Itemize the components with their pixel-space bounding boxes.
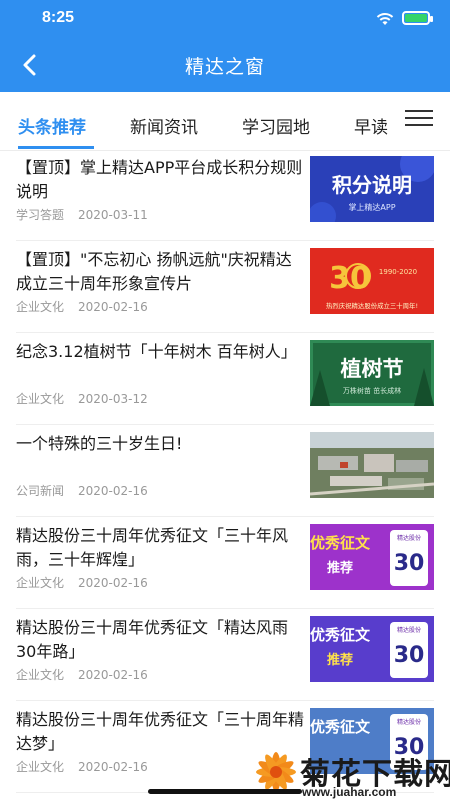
article-item[interactable]: 【置顶】"不忘初心 扬帆远航"庆祝精达成立三十周年形象宣传片 企业文化 2020-…: [16, 242, 434, 333]
status-time: 8:25: [42, 9, 75, 26]
thumb-badge: 推荐: [327, 560, 353, 576]
article-category: 企业文化: [16, 300, 65, 314]
article-meta: 企业文化 2020-02-16: [16, 574, 148, 591]
article-title: 【置顶】掌上精达APP平台成长积分规则说明: [16, 158, 303, 201]
thumb-title: 优秀征文: [310, 534, 371, 552]
page-title: 精达之窗: [184, 56, 265, 78]
watermark-url: www.juahar.com: [302, 785, 397, 799]
article-thumbnail: 30 1990-2020 热烈庆祝精达股份成立三十周年!: [310, 248, 434, 314]
battery-icon: [402, 11, 433, 25]
article-date: 2020-02-16: [78, 484, 148, 498]
category-tabs: 头条推荐 新闻资讯 学习园地 早读: [0, 92, 450, 151]
article-thumbnail: 植树节 万株树苗 茁长成林: [310, 340, 434, 406]
article-meta: 企业文化 2020-02-16: [16, 666, 148, 683]
article-thumbnail: 优秀征文 推荐 精达股份 30: [310, 616, 434, 682]
article-category: 企业文化: [16, 668, 65, 682]
thumb-title: 积分说明: [332, 173, 412, 197]
article-thumbnail: 优秀征文 推荐 精达股份 30: [310, 524, 434, 590]
menu-icon[interactable]: [405, 109, 435, 127]
article-date: 2020-03-11: [78, 208, 148, 222]
article-item[interactable]: 精达股份三十周年优秀征文「三十年风雨，三十年辉煌」 企业文化 2020-02-16…: [16, 518, 434, 609]
status-bar: 8:25: [0, 0, 450, 36]
article-item[interactable]: 一个特殊的三十岁生日! 公司新闻 2020-02-16: [16, 426, 434, 517]
article-meta: 学习答题 2020-03-11: [16, 206, 148, 223]
tab-morning-reading[interactable]: 早读: [354, 113, 388, 138]
article-meta: 企业文化 2020-02-16: [16, 758, 148, 775]
tab-news[interactable]: 新闻资讯: [130, 113, 198, 138]
article-thumbnail: 积分说明 掌上精达APP: [310, 156, 434, 222]
article-meta: 公司新闻 2020-02-16: [16, 482, 148, 499]
article-title: 精达股份三十周年优秀征文「三十年风雨，三十年辉煌」: [16, 526, 289, 569]
thumb-badge: 推荐: [327, 652, 353, 668]
home-indicator[interactable]: [148, 789, 302, 794]
thumb-label: 精达股份: [397, 718, 421, 726]
article-thumbnail-aerial-photo: [310, 432, 434, 498]
article-title: 一个特殊的三十岁生日!: [16, 434, 183, 453]
article-category: 学习答题: [16, 208, 65, 222]
tab-headline[interactable]: 头条推荐: [18, 113, 86, 138]
thumb-subtitle: 掌上精达APP: [348, 202, 395, 212]
active-tab-indicator: [18, 146, 94, 149]
wifi-icon: [376, 13, 394, 25]
article-date: 2020-02-16: [78, 576, 148, 590]
thumb-title: 植树节: [341, 357, 404, 381]
article-title: 精达股份三十周年优秀征文「精达风雨30年路」: [16, 618, 289, 661]
article-date: 2020-02-16: [78, 668, 148, 682]
thumb-title: 优秀征文: [310, 718, 371, 736]
article-list: 【置顶】掌上精达APP平台成长积分规则说明 学习答题 2020-03-11 积分说…: [0, 150, 450, 800]
article-title: 【置顶】"不忘初心 扬帆远航"庆祝精达成立三十周年形象宣传片: [16, 250, 292, 293]
tab-learning[interactable]: 学习园地: [242, 113, 310, 138]
thumb-label: 精达股份: [397, 534, 421, 542]
thumb-title: 优秀征文: [310, 626, 371, 644]
article-title: 纪念3.12植树节「十年树木 百年树人」: [16, 342, 297, 361]
article-category: 企业文化: [16, 760, 65, 774]
article-date: 2020-02-16: [78, 300, 148, 314]
article-meta: 企业文化 2020-02-16: [16, 298, 148, 315]
thumb-years: 1990-2020: [379, 268, 417, 276]
article-date: 2020-02-16: [78, 760, 148, 774]
article-category: 企业文化: [16, 392, 65, 406]
app-header: 8:25 精达之窗: [0, 0, 450, 92]
thumb-number: 30: [394, 551, 425, 576]
thumb-number: 30: [394, 643, 425, 668]
article-category: 企业文化: [16, 576, 65, 590]
article-meta: 企业文化 2020-03-12: [16, 390, 148, 407]
article-item[interactable]: 【置顶】掌上精达APP平台成长积分规则说明 学习答题 2020-03-11 积分说…: [16, 150, 434, 241]
thumb-subtitle: 万株树苗 茁长成林: [343, 386, 401, 395]
thumb-label: 精达股份: [397, 626, 421, 634]
article-item[interactable]: 纪念3.12植树节「十年树木 百年树人」 企业文化 2020-03-12 植树节 …: [16, 334, 434, 425]
thumb-caption: 热烈庆祝精达股份成立三十周年!: [326, 301, 418, 310]
article-category: 公司新闻: [16, 484, 65, 498]
article-item[interactable]: 精达股份三十周年优秀征文「精达风雨30年路」 企业文化 2020-02-16 优秀…: [16, 610, 434, 701]
article-date: 2020-03-12: [78, 392, 148, 406]
